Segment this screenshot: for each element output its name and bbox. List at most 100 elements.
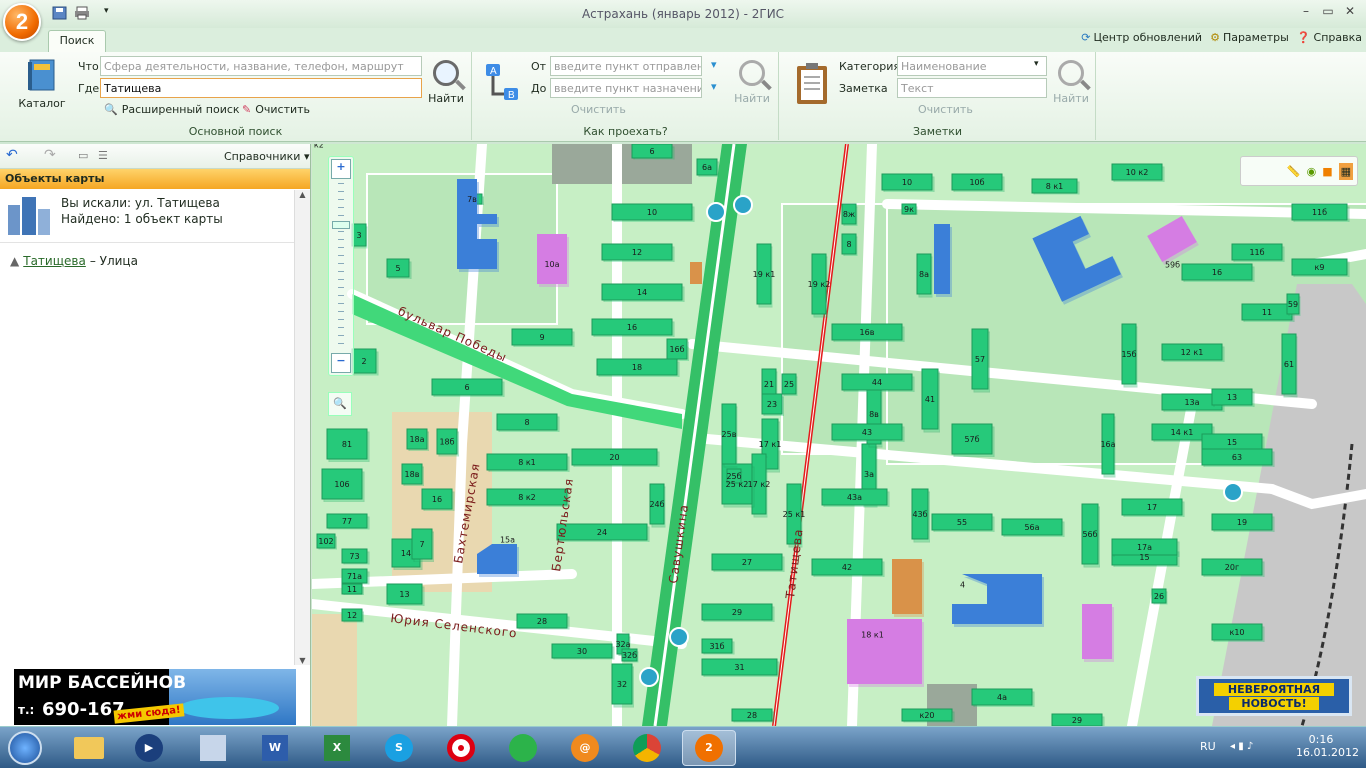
tray-icons[interactable]: ◂ ▮ ♪: [1230, 741, 1253, 752]
where-label: Где: [78, 82, 100, 95]
skype-icon[interactable]: S: [372, 730, 426, 766]
forward-icon[interactable]: ↷: [44, 147, 56, 163]
route-group: AB От введите пункт отправления До введи…: [473, 52, 779, 140]
opera-icon[interactable]: [434, 730, 488, 766]
bus-stop-icon[interactable]: [669, 627, 689, 647]
house-number-label: 10: [647, 208, 657, 217]
print-map-icon[interactable]: ▦: [1338, 162, 1353, 180]
start-button[interactable]: [2, 730, 48, 766]
left-scrollbar[interactable]: ▲ ▼: [294, 190, 310, 665]
language-indicator[interactable]: RU: [1200, 740, 1216, 753]
notes-find-button[interactable]: Найти: [1052, 60, 1090, 105]
explorer-icon[interactable]: [62, 730, 116, 766]
directories-dropdown[interactable]: Справочники ▾: [224, 150, 309, 163]
pick-from-on-map-icon[interactable]: ▾: [711, 58, 717, 71]
house-number-label: 106: [334, 480, 349, 489]
zoom-slider[interactable]: [338, 183, 344, 349]
building-orange-small[interactable]: [690, 262, 702, 284]
updates-link[interactable]: ⟳ Центр обновлений: [1081, 31, 1202, 44]
maximize-icon[interactable]: ▭: [1318, 4, 1338, 20]
route-clear-button[interactable]: Очистить: [571, 103, 626, 116]
bus-stop-icon[interactable]: [639, 667, 659, 687]
select-area-icon[interactable]: ■: [1322, 165, 1332, 178]
bus-stop-icon[interactable]: [733, 195, 753, 215]
house-number-label: 17 к1: [759, 440, 782, 449]
excel-icon[interactable]: X: [310, 730, 364, 766]
back-icon[interactable]: ↶: [6, 147, 18, 163]
bus-stop-icon[interactable]: [706, 202, 726, 222]
tree-view-icon[interactable]: ☰: [98, 149, 108, 162]
to-input[interactable]: введите пункт назначения: [550, 78, 702, 98]
2gis-taskbar-icon[interactable]: 2: [682, 730, 736, 766]
list-view-icon[interactable]: ▭: [78, 149, 88, 162]
house-number-label: 25в: [722, 430, 737, 439]
ribbon-tab-row: Поиск ⟳ Центр обновлений ⚙ Параметры ❓ Спра…: [0, 28, 1366, 52]
zoom-slider-thumb[interactable]: [332, 221, 350, 229]
house-number-label: 10 к2: [1126, 168, 1149, 177]
news-banner[interactable]: НЕВЕРОЯТНАЯ НОВОСТЬ!: [1196, 676, 1352, 716]
building-8-east[interactable]: [934, 224, 950, 294]
house-number-label: 12 к1: [1181, 348, 1204, 357]
find-button[interactable]: Найти: [428, 60, 464, 105]
map-canvas[interactable]: 66а1010а12141616б187в539268110688 к18 к2…: [312, 144, 1366, 726]
house-number-label: 4: [960, 581, 965, 590]
building-4[interactable]: [847, 619, 922, 684]
house-number-label: 11б: [1312, 208, 1327, 217]
category-select[interactable]: Наименование: [897, 56, 1047, 76]
help-link[interactable]: ❓ Справка: [1297, 31, 1362, 44]
notes-clear-button[interactable]: Очистить: [918, 103, 973, 116]
house-number-label: 31: [734, 663, 744, 672]
house-number-label: 4а: [997, 693, 1007, 702]
building-18a[interactable]: [1082, 604, 1112, 659]
pick-to-on-map-icon[interactable]: ▾: [711, 80, 717, 93]
building-orange[interactable]: [892, 559, 922, 614]
minimize-icon[interactable]: –: [1296, 4, 1316, 20]
building-10a[interactable]: [537, 234, 567, 284]
chrome-icon[interactable]: [620, 730, 674, 766]
from-input[interactable]: введите пункт отправления: [550, 56, 702, 76]
media-player-icon[interactable]: ▶: [122, 730, 176, 766]
params-link[interactable]: ⚙ Параметры: [1210, 31, 1289, 44]
house-number-label: 57: [975, 355, 985, 364]
house-number-label: 59: [1288, 300, 1298, 309]
tab-search[interactable]: Поиск: [48, 30, 106, 52]
tool-icon[interactable]: [186, 730, 240, 766]
house-number-label: 19 к1: [753, 270, 776, 279]
mail-icon[interactable]: @: [558, 730, 612, 766]
zoom-in-button[interactable]: +: [331, 159, 351, 179]
category-dropdown-icon[interactable]: ▾: [1034, 59, 1039, 69]
what-input[interactable]: Сфера деятельности, название, телефон, м…: [100, 56, 422, 76]
note-input[interactable]: Текст: [897, 78, 1047, 98]
layers-icon[interactable]: ◉: [1307, 165, 1317, 178]
taskbar: ▶ W X S @ 2 RU ◂ ▮ ♪ 0:16 16.01.2012: [0, 726, 1366, 768]
notes-group: Категория Наименование ▾ Заметка Текст Н…: [780, 52, 1096, 140]
house-number-label: 18в: [405, 470, 420, 479]
house-number-label: 44: [872, 378, 882, 387]
bus-stop-icon[interactable]: [1223, 482, 1243, 502]
close-icon[interactable]: ✕: [1340, 4, 1360, 20]
house-number-label: 73: [349, 552, 359, 561]
advanced-search-button[interactable]: 🔍 Расширенный поиск: [104, 103, 240, 116]
map-view[interactable]: 6 6а 10 10а 12 14 16 16б 18 7в 5 3 9 2 6 81 106 8 8 к1 8 к2…: [312, 144, 1366, 726]
zoom-area-icon[interactable]: 🔍: [328, 392, 352, 416]
notes-icon-button[interactable]: [792, 62, 832, 109]
network-icon[interactable]: [496, 730, 550, 766]
house-number-label: 8а: [919, 270, 929, 279]
advanced-search-icon: 🔍: [104, 103, 118, 116]
ruler-icon[interactable]: 📏: [1287, 165, 1301, 178]
house-number-label: 16: [627, 323, 637, 332]
advert-banner[interactable]: МИР БАССЕЙНОВ т.: 690-167 жми сюда!: [14, 669, 296, 725]
house-number-label: 31б: [709, 642, 724, 651]
result-link[interactable]: Татищева: [23, 254, 86, 268]
where-input[interactable]: Татищева: [100, 78, 422, 98]
app-logo[interactable]: 2: [3, 3, 41, 41]
clear-button[interactable]: ✎ Очистить: [242, 103, 310, 116]
zoom-out-button[interactable]: −: [331, 353, 351, 373]
house-number-label: 14: [401, 549, 411, 558]
building-4a[interactable]: [952, 574, 1042, 624]
word-icon[interactable]: W: [248, 730, 302, 766]
clock[interactable]: 0:16 16.01.2012: [1296, 733, 1359, 759]
route-find-button[interactable]: Найти: [733, 60, 771, 105]
route-icon-button[interactable]: AB: [483, 62, 523, 111]
catalog-button[interactable]: Каталог: [14, 58, 70, 110]
